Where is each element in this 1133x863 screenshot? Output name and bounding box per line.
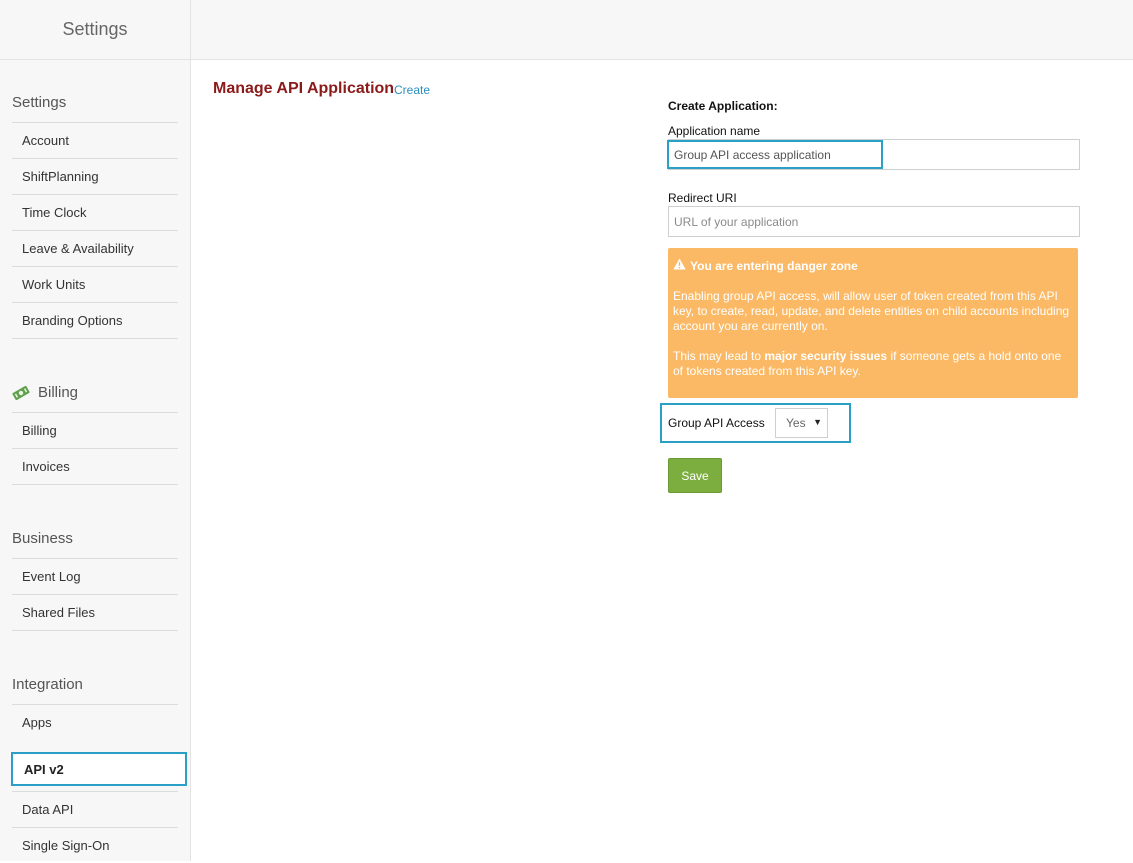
danger-zone-alert: You are entering danger zone Enabling gr… — [668, 248, 1078, 398]
app-title: Settings — [0, 0, 191, 59]
sidebar-divider — [12, 338, 178, 339]
sidebar-heading-business: Business — [12, 530, 73, 547]
sidebar-item-time-clock[interactable]: Time Clock — [12, 194, 178, 230]
group-access-label: Group API Access — [668, 416, 765, 430]
sidebar: Settings Account ShiftPlanning Time Cloc… — [0, 60, 191, 861]
sidebar-item-event-log[interactable]: Event Log — [12, 558, 178, 594]
app-name-label: Application name — [668, 124, 761, 138]
danger-paragraph-2-bold: major security issues — [764, 349, 888, 363]
sidebar-item-shared-files[interactable]: Shared Files — [12, 594, 178, 630]
save-button[interactable]: Save — [668, 458, 722, 493]
page-title: Manage API Application — [213, 80, 395, 97]
sidebar-divider — [12, 484, 178, 485]
sidebar-item-apps[interactable]: Apps — [12, 704, 178, 740]
money-icon — [12, 385, 30, 400]
danger-paragraph-2-prefix: This may lead to — [673, 349, 765, 363]
redirect-uri-input[interactable] — [668, 206, 1080, 237]
sidebar-item-invoices[interactable]: Invoices — [12, 448, 178, 484]
sidebar-heading-integration: Integration — [12, 676, 83, 693]
sidebar-item-branding-options[interactable]: Branding Options — [12, 302, 178, 338]
caret-down-icon: ▼ — [813, 417, 822, 427]
sidebar-heading-settings: Settings — [12, 94, 67, 111]
danger-paragraph-2: This may lead to major security issues i… — [673, 349, 1073, 379]
redirect-uri-label: Redirect URI — [668, 191, 737, 205]
sidebar-item-shiftplanning[interactable]: ShiftPlanning — [12, 158, 178, 194]
top-bar: Settings — [0, 0, 1133, 60]
danger-title-text: You are entering danger zone — [690, 258, 858, 273]
warning-icon — [673, 258, 686, 274]
sidebar-item-billing[interactable]: Billing — [12, 412, 178, 448]
sidebar-item-single-sign-on[interactable]: Single Sign-On — [12, 827, 178, 863]
sidebar-heading-billing: Billing — [12, 384, 78, 401]
sidebar-item-leave-availability[interactable]: Leave & Availability — [12, 230, 178, 266]
create-link[interactable]: Create — [394, 83, 430, 97]
group-access-select[interactable]: Yes ▼ — [775, 408, 828, 438]
sidebar-item-api-v2[interactable]: API v2 — [11, 752, 187, 786]
danger-paragraph-1: Enabling group API access, will allow us… — [673, 289, 1070, 333]
sidebar-item-data-api[interactable]: Data API — [12, 791, 178, 827]
group-access-value: Yes — [786, 416, 806, 430]
danger-title: You are entering danger zone — [673, 258, 1073, 274]
sidebar-item-account[interactable]: Account — [12, 122, 178, 158]
sidebar-divider — [12, 630, 178, 631]
sidebar-item-work-units[interactable]: Work Units — [12, 266, 178, 302]
sidebar-heading-billing-label: Billing — [38, 384, 79, 401]
form-heading: Create Application: — [668, 99, 778, 113]
app-name-input[interactable] — [668, 139, 1080, 170]
